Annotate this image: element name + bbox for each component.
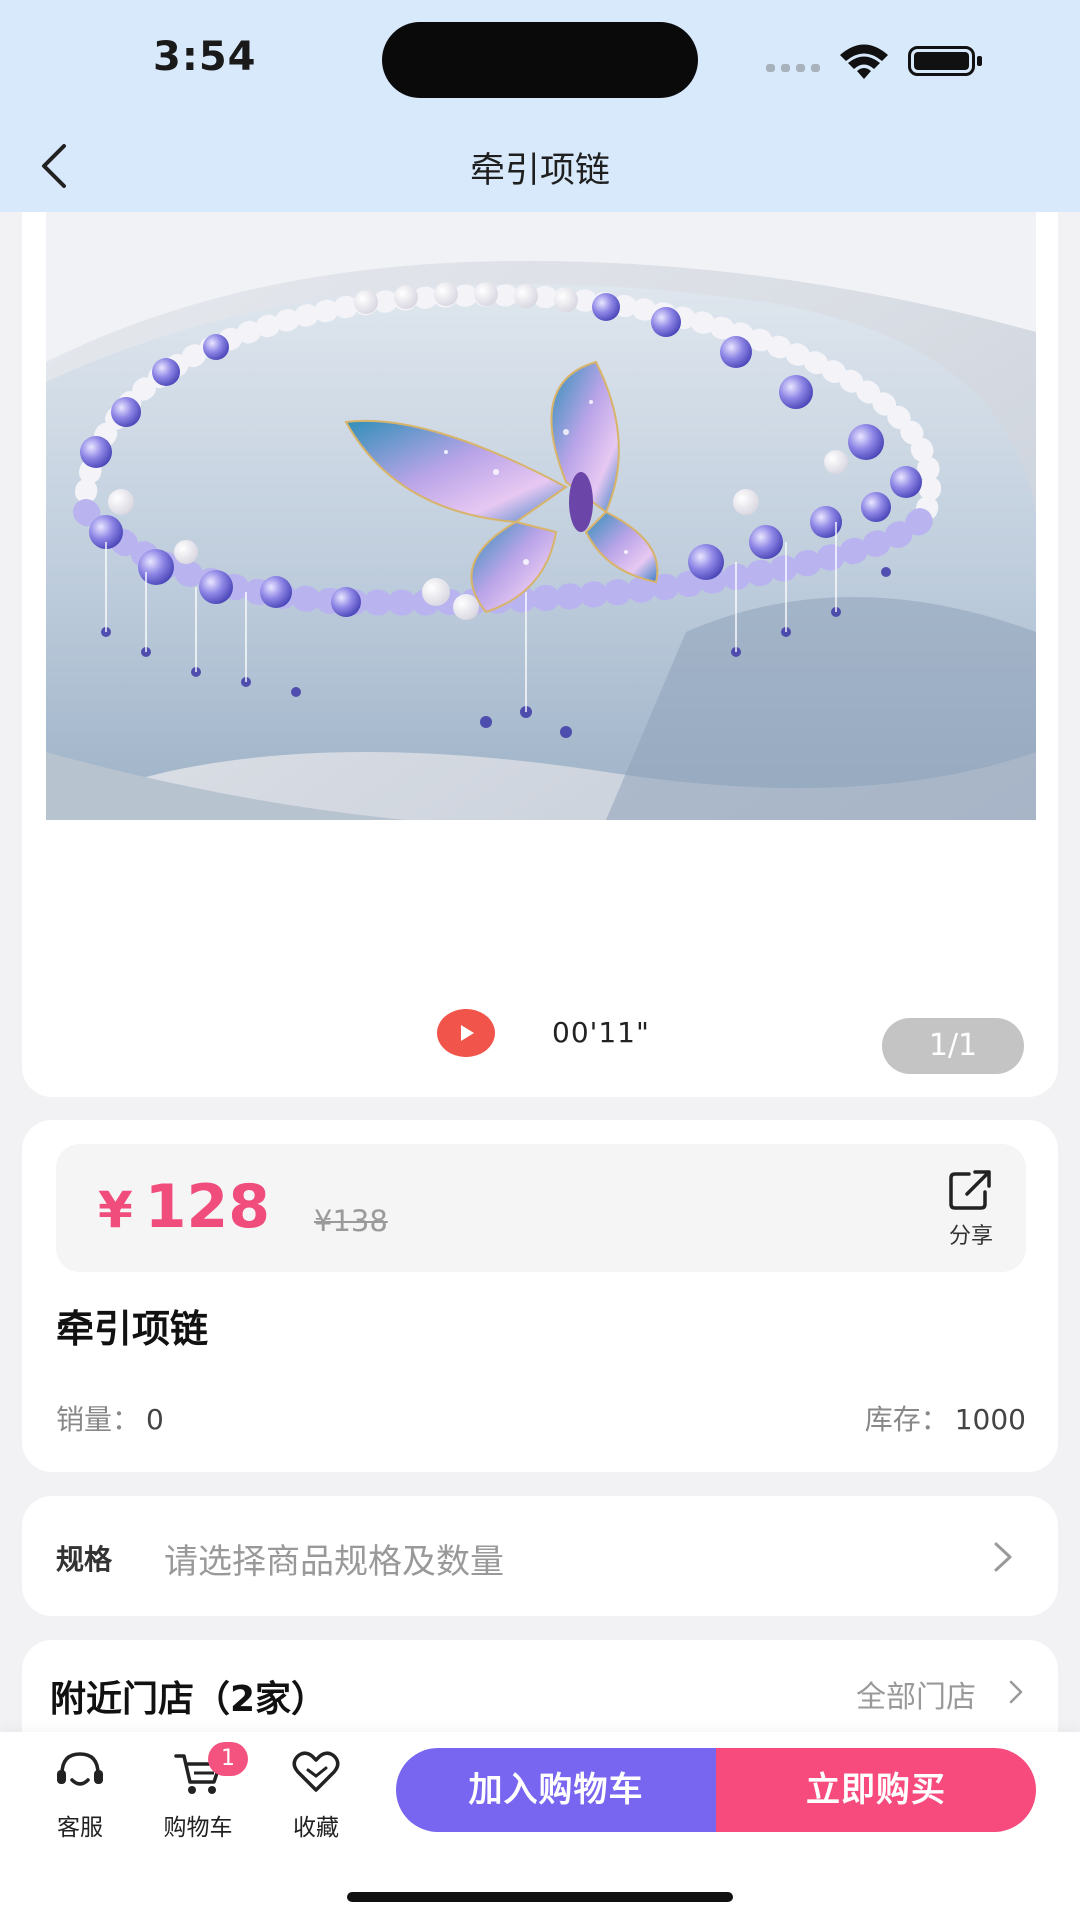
spec-label: 规格 [56, 1543, 113, 1576]
favorite-label: 收藏 [293, 1815, 339, 1841]
add-to-cart-button[interactable]: 加入购物车 [396, 1748, 716, 1832]
share-label: 分享 [948, 1224, 993, 1249]
product-info-card: ¥128 ¥138 分享 牵引项链 销量： 0 库存： 1000 [22, 1120, 1058, 1472]
cart-label: 购物车 [163, 1815, 233, 1841]
battery-icon [908, 46, 982, 76]
play-icon[interactable] [436, 1008, 496, 1058]
product-name: 牵引项链 [56, 1307, 209, 1351]
purchase-actions: 加入购物车 立即购买 [396, 1748, 1036, 1832]
header: 3:54 牵引项链 [0, 0, 1080, 212]
status-time: 3:54 [153, 34, 257, 80]
stock-count: 库存： 1000 [865, 1398, 1026, 1438]
dynamic-island [382, 22, 698, 98]
cart-button[interactable]: 1 购物车 [148, 1742, 248, 1856]
sales-label: 销量： [56, 1403, 141, 1436]
home-indicator [347, 1892, 733, 1902]
heart-icon [292, 1751, 340, 1792]
media-card: 00'11" 1/1 [22, 170, 1058, 1097]
price-box: ¥128 ¥138 分享 [56, 1144, 1026, 1272]
stock-label: 库存： [864, 1403, 949, 1436]
spec-selector[interactable]: 规格 请选择商品规格及数量 [22, 1496, 1058, 1616]
sales-count: 销量： 0 [56, 1398, 164, 1438]
customer-service-button[interactable]: 客服 [30, 1746, 130, 1856]
buy-now-button[interactable]: 立即购买 [716, 1748, 1036, 1832]
page-title: 牵引项链 [469, 151, 610, 191]
video-duration: 00'11" [552, 1016, 650, 1049]
chevron-right-icon[interactable] [1006, 1678, 1026, 1706]
currency-symbol: ¥ [98, 1181, 133, 1239]
product-image[interactable] [46, 212, 1036, 820]
wifi-icon [840, 44, 888, 79]
chevron-right-icon [994, 1542, 1012, 1572]
sales-value: 0 [146, 1403, 164, 1436]
image-page-counter: 1/1 [882, 1018, 1024, 1074]
favorite-button[interactable]: 收藏 [266, 1746, 366, 1856]
price-value: 128 [144, 1172, 271, 1242]
nearby-stores-title: 附近门店（2家） [50, 1679, 328, 1720]
cart-badge: 1 [208, 1742, 248, 1776]
stock-value: 1000 [954, 1403, 1026, 1436]
customer-service-label: 客服 [57, 1815, 103, 1841]
headset-icon [57, 1752, 103, 1786]
all-stores-link[interactable]: 全部门店 [856, 1672, 976, 1716]
share-button[interactable]: 分享 [936, 1168, 1006, 1249]
spec-placeholder: 请选择商品规格及数量 [164, 1542, 504, 1582]
share-icon [949, 1170, 991, 1210]
original-price: ¥138 [314, 1204, 388, 1238]
current-price: ¥128 [98, 1172, 270, 1242]
cellular-signal-icon [766, 64, 822, 72]
